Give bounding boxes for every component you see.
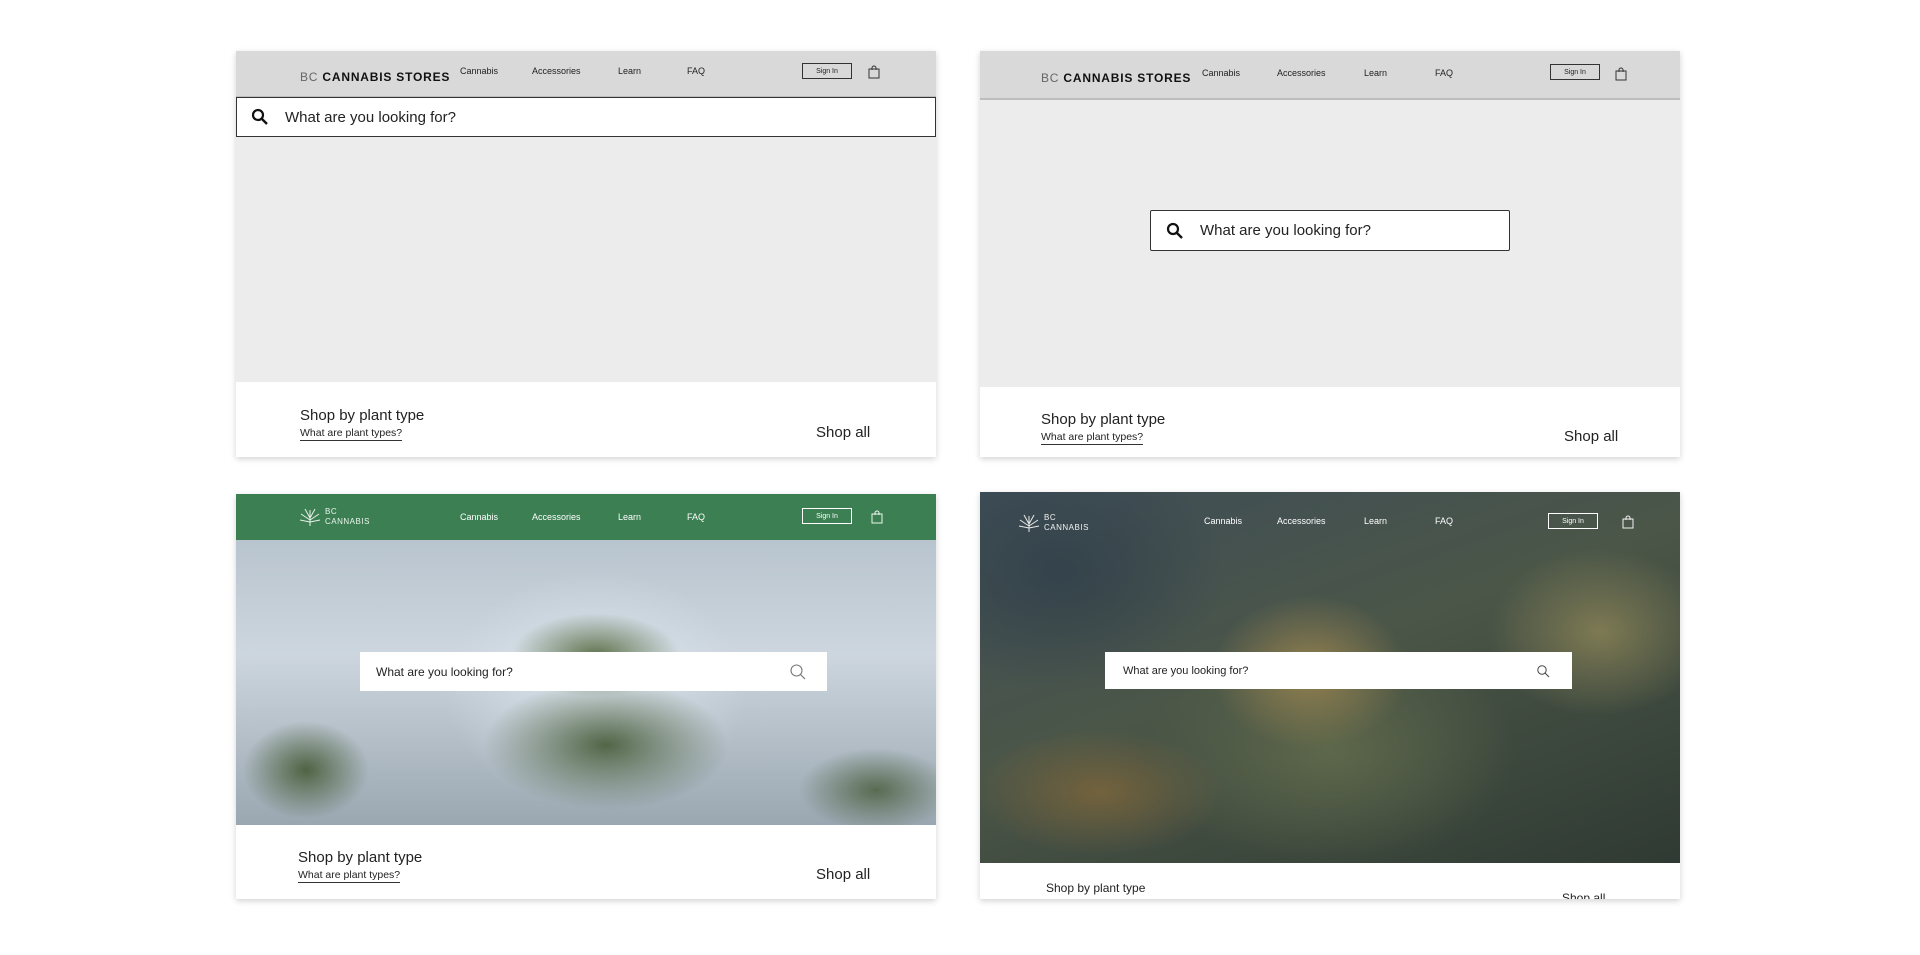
shop-section: Shop by plant type What are plant types?… xyxy=(980,387,1680,457)
nav-cannabis[interactable]: Cannabis xyxy=(1204,516,1242,526)
search-bar[interactable]: What are you looking for? xyxy=(1105,652,1572,689)
shop-section: Shop by plant type What are plant types?… xyxy=(236,382,936,457)
search-placeholder: What are you looking for? xyxy=(1123,664,1249,677)
nav-accessories[interactable]: Accessories xyxy=(532,512,581,522)
cannabis-leaf-logo-icon xyxy=(1018,514,1040,532)
shopping-bag-icon[interactable] xyxy=(1622,515,1634,529)
top-nav: BC CANNABIS Cannabis Accessories Learn F… xyxy=(980,492,1680,542)
cannabis-leaf-logo-icon xyxy=(299,508,321,526)
nav-cannabis[interactable]: Cannabis xyxy=(460,512,498,522)
shopping-bag-icon[interactable] xyxy=(868,65,880,79)
plant-types-link[interactable]: What are plant types? xyxy=(298,869,401,883)
nav-learn[interactable]: Learn xyxy=(618,66,641,76)
shop-all-link[interactable]: Shop all xyxy=(1562,891,1605,899)
mockup-wireframe-a: BC CANNABIS STORES Cannabis Accessories … xyxy=(236,51,936,457)
search-bar[interactable]: What are you looking for? xyxy=(236,97,936,137)
nav-accessories[interactable]: Accessories xyxy=(1277,516,1326,526)
nav-faq[interactable]: FAQ xyxy=(1435,68,1453,78)
search-icon xyxy=(1537,664,1550,677)
sign-in-button[interactable]: Sign In xyxy=(1550,64,1600,80)
search-placeholder: What are you looking for? xyxy=(285,108,456,126)
sign-in-button[interactable]: Sign In xyxy=(802,63,852,79)
top-nav: BC CANNABIS STORES Cannabis Accessories … xyxy=(980,51,1680,100)
logo[interactable]: BC CANNABIS STORES xyxy=(1041,71,1191,85)
search-icon xyxy=(251,108,268,125)
search-bar[interactable]: What are you looking for? xyxy=(1150,210,1510,251)
nav-faq[interactable]: FAQ xyxy=(687,512,705,522)
plant-types-link[interactable]: What are plant types? xyxy=(300,427,403,441)
nav-learn[interactable]: Learn xyxy=(1364,68,1387,78)
top-nav: BC CANNABIS Cannabis Accessories Learn F… xyxy=(236,494,936,540)
search-placeholder: What are you looking for? xyxy=(376,664,513,679)
top-nav: BC CANNABIS STORES Cannabis Accessories … xyxy=(236,51,936,98)
shop-by-plant-type-heading: Shop by plant type xyxy=(1041,411,1166,428)
shop-section: Shop by plant type What are plant types?… xyxy=(236,825,936,899)
nav-learn[interactable]: Learn xyxy=(618,512,641,522)
sign-in-button[interactable]: Sign In xyxy=(802,508,852,524)
shop-by-plant-type-heading: Shop by plant type xyxy=(298,849,423,866)
mockup-design-green: BC CANNABIS Cannabis Accessories Learn F… xyxy=(236,494,936,899)
logo[interactable]: BC CANNABIS STORES xyxy=(300,70,450,84)
mockup-design-photo: BC CANNABIS Cannabis Accessories Learn F… xyxy=(980,492,1680,899)
search-bar[interactable]: What are you looking for? xyxy=(360,652,827,691)
search-placeholder: What are you looking for? xyxy=(1200,222,1371,239)
nav-accessories[interactable]: Accessories xyxy=(1277,68,1326,78)
shop-by-plant-type-heading: Shop by plant type xyxy=(1046,881,1146,895)
shop-all-link[interactable]: Shop all xyxy=(1564,428,1618,445)
sign-in-button[interactable]: Sign In xyxy=(1548,513,1598,529)
logo[interactable]: BC CANNABIS xyxy=(325,507,370,527)
search-icon xyxy=(1166,222,1183,239)
nav-cannabis[interactable]: Cannabis xyxy=(1202,68,1240,78)
nav-cannabis[interactable]: Cannabis xyxy=(460,66,498,76)
mockup-wireframe-b: BC CANNABIS STORES Cannabis Accessories … xyxy=(980,51,1680,457)
shopping-bag-icon[interactable] xyxy=(871,510,883,524)
shopping-bag-icon[interactable] xyxy=(1615,67,1627,81)
nav-learn[interactable]: Learn xyxy=(1364,516,1387,526)
nav-faq[interactable]: FAQ xyxy=(687,66,705,76)
shop-all-link[interactable]: Shop all xyxy=(816,424,870,441)
shop-section: Shop by plant type Shop all xyxy=(980,863,1680,899)
plant-types-link[interactable]: What are plant types? xyxy=(1041,431,1144,445)
nav-accessories[interactable]: Accessories xyxy=(532,66,581,76)
shop-by-plant-type-heading: Shop by plant type xyxy=(300,407,425,424)
nav-faq[interactable]: FAQ xyxy=(1435,516,1453,526)
shop-all-link[interactable]: Shop all xyxy=(816,866,870,883)
search-icon xyxy=(790,663,806,679)
logo[interactable]: BC CANNABIS xyxy=(1044,513,1089,533)
